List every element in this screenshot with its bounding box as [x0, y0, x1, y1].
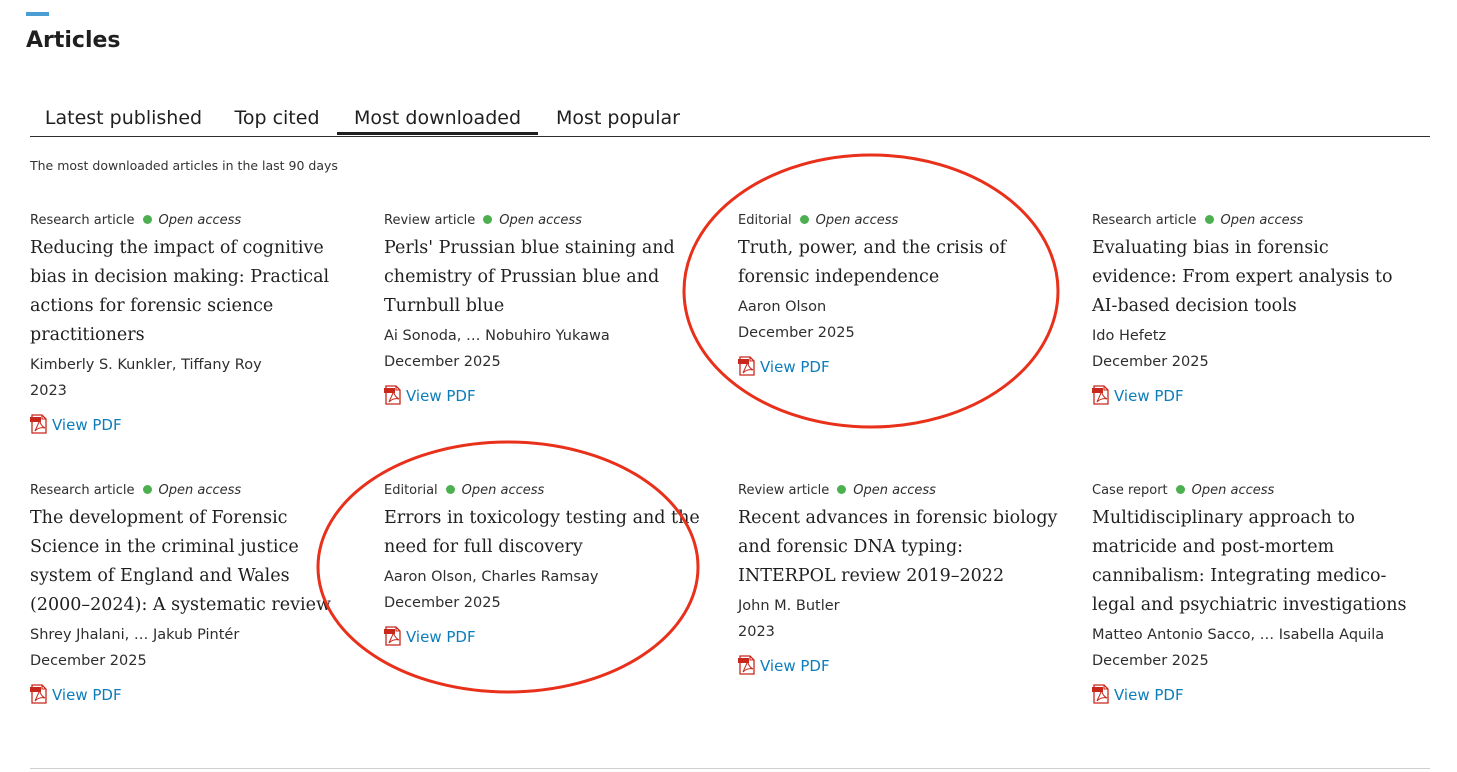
view-pdf-link[interactable]: View PDF [1092, 385, 1184, 405]
article-date: December 2025 [384, 595, 501, 611]
article-authors: Ido Hefetz [1092, 328, 1167, 344]
article-title-link[interactable]: Reducing the impact of cognitive bias in… [30, 234, 352, 350]
open-access-label: Open access [1220, 213, 1304, 228]
view-pdf-label: View PDF [1114, 387, 1184, 405]
article-date: December 2025 [738, 325, 855, 341]
article-date: 2023 [30, 383, 67, 399]
article-meta: Research article Open access [1092, 212, 1422, 230]
open-access-label: Open access [461, 483, 545, 498]
article-date: December 2025 [1092, 354, 1209, 370]
open-access-dot-icon [445, 485, 455, 494]
view-pdf-link[interactable]: View PDF [384, 385, 476, 405]
article-card: Research article Open access Evaluating b… [1092, 212, 1422, 405]
open-access-label: Open access [853, 483, 936, 498]
article-meta: Editorial Open access [738, 212, 1068, 230]
view-pdf-label: View PDF [52, 416, 122, 434]
tab-top-cited[interactable]: Top cited [217, 102, 337, 134]
view-pdf-label: View PDF [406, 628, 476, 646]
article-meta: Review article Open access [384, 212, 714, 230]
view-pdf-label: View PDF [760, 358, 830, 376]
pdf-file-icon [738, 655, 756, 675]
article-card: Editorial Open access Errors in toxicolog… [384, 482, 714, 646]
open-access-dot-icon [142, 215, 152, 224]
pdf-file-icon [384, 385, 402, 405]
view-pdf-link[interactable]: View PDF [30, 684, 122, 704]
article-title-link[interactable]: Truth, power, and the crisis of forensic… [738, 234, 1060, 292]
article-type: Editorial [738, 213, 792, 228]
article-authors: Ai Sonoda, … Nobuhiro Yukawa [384, 328, 610, 344]
article-date: December 2025 [1092, 653, 1209, 669]
article-title-link[interactable]: Recent advances in forensic biology and … [738, 504, 1060, 591]
article-card: Research article Open access Reducing the… [30, 212, 360, 434]
open-access-label: Open access [1191, 483, 1275, 498]
article-meta: Research article Open access [30, 482, 360, 500]
article-meta: Case report Open access [1092, 482, 1422, 500]
pdf-file-icon [1092, 684, 1110, 704]
article-title-link[interactable]: The development of Forensic Science in t… [30, 504, 352, 620]
view-pdf-label: View PDF [1114, 686, 1184, 704]
open-access-dot-icon [837, 485, 847, 494]
view-pdf-link[interactable]: View PDF [738, 356, 830, 376]
article-card: Review article Open access Recent advance… [738, 482, 1068, 675]
open-access-label: Open access [158, 483, 242, 498]
open-access-dot-icon [483, 215, 493, 224]
article-card: Research article Open access The developm… [30, 482, 360, 704]
view-pdf-label: View PDF [760, 657, 830, 675]
article-date: 2023 [738, 624, 775, 640]
pdf-file-icon [384, 626, 402, 646]
article-title-link[interactable]: Perls' Prussian blue staining and chemis… [384, 234, 706, 321]
article-authors: Kimberly S. Kunkler, Tiffany Roy [30, 357, 262, 373]
article-meta: Editorial Open access [384, 482, 714, 500]
open-access-dot-icon [142, 485, 152, 494]
view-pdf-link[interactable]: View PDF [738, 655, 830, 675]
view-pdf-link[interactable]: View PDF [30, 414, 122, 434]
section-title: Articles [26, 28, 121, 53]
article-title-link[interactable]: Errors in toxicology testing and the nee… [384, 504, 706, 562]
tab-description: The most downloaded articles in the last… [30, 158, 338, 173]
article-date: December 2025 [30, 653, 147, 669]
article-meta: Review article Open access [738, 482, 1068, 500]
open-access-dot-icon [1175, 485, 1185, 494]
article-title-link[interactable]: Multidisciplinary approach to matricide … [1092, 504, 1414, 620]
article-authors: Matteo Antonio Sacco, … Isabella Aquila [1092, 627, 1385, 643]
article-type: Case report [1092, 483, 1168, 498]
pdf-file-icon [30, 414, 48, 434]
article-type: Research article [30, 213, 135, 228]
view-pdf-link[interactable]: View PDF [384, 626, 476, 646]
article-card: Review article Open access Perls' Prussia… [384, 212, 714, 405]
open-access-label: Open access [158, 213, 242, 228]
view-pdf-label: View PDF [406, 387, 476, 405]
article-type: Editorial [384, 483, 438, 498]
article-type: Research article [30, 483, 135, 498]
view-pdf-link[interactable]: View PDF [1092, 684, 1184, 704]
open-access-dot-icon [799, 215, 809, 224]
tab-most-popular[interactable]: Most popular [538, 102, 698, 134]
article-type: Review article [384, 213, 476, 228]
open-access-dot-icon [1204, 215, 1214, 224]
article-card: Editorial Open access Truth, power, and t… [738, 212, 1068, 376]
pdf-file-icon [738, 356, 756, 376]
article-date: December 2025 [384, 354, 501, 370]
article-card: Case report Open access Multidisciplinary… [1092, 482, 1422, 704]
article-type: Review article [738, 483, 830, 498]
article-type: Research article [1092, 213, 1197, 228]
pdf-file-icon [30, 684, 48, 704]
article-authors: Shrey Jhalani, … Jakub Pintér [30, 627, 240, 643]
article-authors: Aaron Olson [738, 299, 827, 315]
open-access-label: Open access [499, 213, 582, 228]
article-meta: Research article Open access [30, 212, 360, 230]
tab-most-downloaded[interactable]: Most downloaded [337, 102, 538, 135]
article-tabs: Latest published Top cited Most download… [30, 102, 1430, 137]
bottom-divider [30, 768, 1430, 769]
article-title-link[interactable]: Evaluating bias in forensic evidence: Fr… [1092, 234, 1414, 321]
article-authors: Aaron Olson, Charles Ramsay [384, 569, 599, 585]
view-pdf-label: View PDF [52, 686, 122, 704]
article-authors: John M. Butler [738, 598, 840, 614]
pdf-file-icon [1092, 385, 1110, 405]
tab-latest-published[interactable]: Latest published [30, 102, 217, 134]
section-accent-bar [26, 12, 49, 16]
open-access-label: Open access [815, 213, 899, 228]
